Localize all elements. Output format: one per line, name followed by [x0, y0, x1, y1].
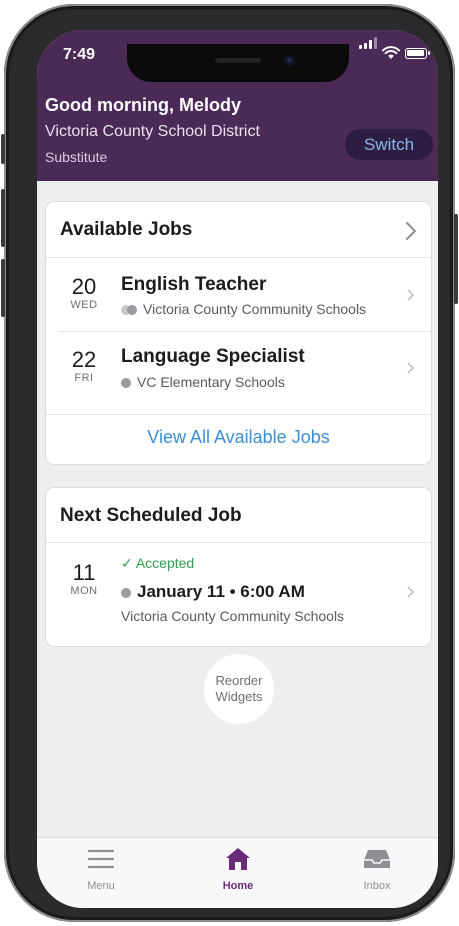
next-job-card: Next Scheduled Job 11 MON ✓ Accepted Jan… [46, 488, 431, 646]
volume-down-button [1, 259, 5, 317]
available-jobs-card: Available Jobs 20 WED English Teacher Vi… [46, 202, 431, 464]
switch-button[interactable]: Switch [345, 129, 433, 160]
job-weekday: MON [70, 585, 98, 597]
divider [46, 414, 431, 415]
chevron-right-icon [407, 362, 414, 374]
speaker-grille [215, 58, 261, 63]
job-date: 11 MON [58, 560, 110, 598]
view-all-jobs-link[interactable]: View All Available Jobs [46, 427, 431, 448]
volume-up-button [1, 189, 5, 247]
job-day: 22 [71, 347, 97, 372]
job-datetime: January 11 • 6:00 AM [121, 582, 305, 602]
job-date: 22 FRI [58, 347, 110, 385]
role-label: Substitute [45, 149, 108, 165]
job-datetime-text: January 11 • 6:00 AM [137, 582, 305, 601]
job-location-text: VC Elementary Schools [137, 374, 285, 390]
status-dot-icon [121, 588, 131, 598]
wifi-icon [382, 46, 400, 59]
status-time: 7:49 [63, 46, 96, 63]
tab-label: Home [222, 880, 254, 892]
chevron-right-icon [407, 586, 414, 598]
menu-icon [88, 849, 114, 869]
reorder-label-line1: Reorder [215, 673, 263, 688]
district-name: Victoria County School District [45, 123, 260, 140]
reorder-label-line2: Widgets [215, 689, 263, 704]
job-weekday: FRI [74, 372, 94, 384]
power-button [454, 214, 458, 304]
next-job-title: Next Scheduled Job [60, 505, 242, 526]
job-date: 20 WED [58, 274, 110, 312]
battery-icon [405, 48, 430, 59]
available-jobs-header[interactable]: Available Jobs [46, 202, 431, 257]
chevron-right-icon [407, 289, 414, 301]
available-jobs-title: Available Jobs [60, 219, 193, 240]
reorder-widgets-button[interactable]: Reorder Widgets [204, 654, 274, 724]
job-row-1[interactable]: 20 WED English Teacher Victoria County C… [46, 258, 431, 331]
job-title: Language Specialist [121, 346, 305, 367]
job-location: Victoria County Community Schools [121, 301, 366, 317]
home-icon [226, 848, 250, 870]
scheduled-job-row[interactable]: 11 MON ✓ Accepted January 11 • 6:00 AM V… [46, 543, 431, 646]
job-location: Victoria County Community Schools [121, 608, 345, 624]
job-title: English Teacher [121, 274, 267, 295]
notch [127, 44, 349, 82]
tab-label: Menu [87, 880, 115, 892]
job-day: 11 [72, 560, 96, 585]
tab-inbox[interactable]: Inbox [337, 844, 417, 892]
job-weekday: WED [70, 299, 98, 311]
job-location-text: Victoria County Community Schools [143, 301, 367, 317]
tab-label: Inbox [363, 880, 391, 892]
header: 7:49 Good morning, Melody Victoria Count… [37, 30, 438, 181]
greeting: Good morning, Melody [45, 95, 241, 115]
silent-switch [1, 134, 5, 164]
job-row-2[interactable]: 22 FRI Language Specialist VC Elementary… [46, 332, 431, 414]
tab-bar: Menu Home Inbox [37, 837, 438, 908]
job-day: 20 [71, 274, 97, 299]
front-camera-icon [284, 55, 295, 66]
job-location: VC Elementary Schools [121, 374, 285, 390]
status-badge: ✓ Accepted [121, 555, 195, 571]
location-dot-icon [121, 378, 131, 388]
status-bar: 7:49 [37, 37, 438, 82]
location-dots-icon [121, 305, 137, 315]
screen: 7:49 Good morning, Melody Victoria Count… [37, 30, 438, 908]
tab-home[interactable]: Home [198, 844, 278, 892]
chevron-right-icon [406, 222, 417, 240]
phone-frame: 7:49 Good morning, Melody Victoria Count… [1, 4, 458, 922]
tab-menu[interactable]: Menu [61, 844, 141, 892]
inbox-icon [364, 850, 390, 868]
